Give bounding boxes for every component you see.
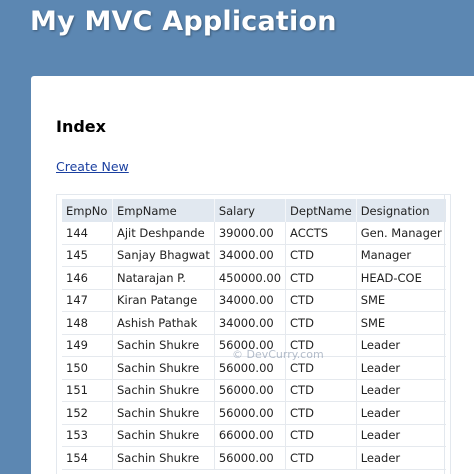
table-body: 144 Ajit Deshpande 39000.00 ACCTS Gen. Manag… [62,222,446,470]
column-header-empname: EmpName [112,199,215,222]
emp-no-cell: 148 [62,311,113,335]
salary-cell: 56000.00 [214,379,287,402]
table-row: 153 Sachin Shukre 66000.00 CTD Leader [62,424,446,447]
table-row: 145 Sanjay Bhagwat 34000.00 CTD Manager [62,244,446,267]
column-header-salary: Salary [214,199,287,222]
column-header-deptname: DeptName [285,199,357,222]
emp-no-cell: 149 [62,334,113,357]
salary-cell: 34000.00 [214,289,287,312]
emp-no-cell: 153 [62,424,113,447]
dept-name-cell: CTD [285,424,357,447]
salary-cell: 56000.00 [214,446,287,470]
salary-cell: 66000.00 [214,424,287,447]
salary-cell: 56000.00 [214,401,287,425]
app-title: My MVC Application [30,6,337,37]
emp-name-cell: Sachin Shukre [112,424,215,447]
emp-no-cell: 154 [62,446,113,470]
emp-no-cell: 150 [62,356,113,380]
create-new-link[interactable]: Create New [56,159,129,174]
table-row: 151 Sachin Shukre 56000.00 CTD Leader [62,379,446,402]
designation-cell: Leader [356,379,446,402]
dept-name-cell: CTD [285,401,357,425]
emp-no-cell: 147 [62,289,113,312]
emp-name-cell: Ajit Deshpande [112,222,215,245]
designation-cell: Manager [356,244,446,267]
designation-cell: Gen. Manager [356,222,446,245]
emp-no-cell: 145 [62,244,113,267]
emp-no-cell: 146 [62,266,113,290]
emp-name-cell: Sachin Shukre [112,446,215,470]
dept-name-cell: CTD [285,266,357,290]
employee-table: EmpNo EmpName Salary DeptName Designatio… [62,199,446,470]
table-row: 147 Kiran Patange 34000.00 CTD SME [62,289,446,312]
designation-cell: SME [356,311,446,335]
emp-no-cell: 151 [62,379,113,402]
dept-name-cell: CTD [285,379,357,402]
column-header-empno: EmpNo [62,199,113,222]
salary-cell: 39000.00 [214,222,287,245]
emp-name-cell: Sachin Shukre [112,379,215,402]
column-header-designation: Designation [356,199,446,222]
table-header-row: EmpNo EmpName Salary DeptName Designatio… [62,199,446,222]
employee-table-container: EmpNo EmpName Salary DeptName Designatio… [56,194,451,474]
dept-name-cell: CTD [285,289,357,312]
emp-name-cell: Sachin Shukre [112,356,215,380]
emp-no-cell: 152 [62,401,113,425]
table-row: 154 Sachin Shukre 56000.00 CTD Leader [62,446,446,470]
page-title: Index [56,117,106,136]
emp-name-cell: Sachin Shukre [112,401,215,425]
designation-cell: Leader [356,424,446,447]
designation-cell: Leader [356,401,446,425]
table-row: 152 Sachin Shukre 56000.00 CTD Leader [62,401,446,425]
emp-name-cell: Natarajan P. [112,266,215,290]
table-row: 144 Ajit Deshpande 39000.00 ACCTS Gen. Manag… [62,222,446,245]
main-content: Index Create New EmpNo EmpName Salary De… [31,76,474,474]
table-row: 146 Natarajan P. 450000.00 CTD HEAD-COE [62,266,446,290]
emp-name-cell: Sachin Shukre [112,334,215,357]
dept-name-cell: CTD [285,244,357,267]
emp-name-cell: Sanjay Bhagwat [112,244,215,267]
emp-name-cell: Kiran Patange [112,289,215,312]
salary-cell: 34000.00 [214,311,287,335]
designation-cell: Leader [356,334,446,357]
watermark: © DevCurry.com [232,348,324,361]
designation-cell: Leader [356,356,446,380]
salary-cell: 34000.00 [214,244,287,267]
table-row: 148 Ashish Pathak 34000.00 CTD SME [62,311,446,335]
dept-name-cell: CTD [285,311,357,335]
dept-name-cell: CTD [285,446,357,470]
designation-cell: Leader [356,446,446,470]
emp-no-cell: 144 [62,222,113,245]
salary-cell: 450000.00 [214,266,287,290]
emp-name-cell: Ashish Pathak [112,311,215,335]
dept-name-cell: ACCTS [285,222,357,245]
designation-cell: HEAD-COE [356,266,446,290]
designation-cell: SME [356,289,446,312]
